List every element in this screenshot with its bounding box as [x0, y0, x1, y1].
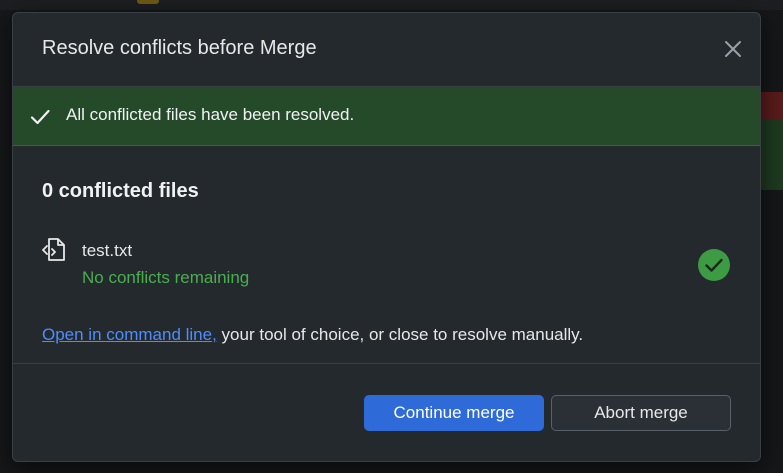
open-command-line-link[interactable]: Open in command line, [42, 325, 217, 344]
file-status: No conflicts remaining [82, 268, 250, 287]
conflicted-files-count: 0 conflicted files [42, 180, 199, 202]
success-banner: All conflicted files have been resolved. [13, 87, 760, 146]
background-toolbar [0, 0, 783, 10]
close-icon [725, 41, 741, 57]
code-file-icon [42, 238, 65, 261]
resolved-check-icon [698, 249, 730, 281]
background-diff-added [760, 120, 783, 190]
banner-message: All conflicted files have been resolved. [66, 105, 355, 124]
checkmark-icon [30, 109, 50, 125]
continue-merge-button[interactable]: Continue merge [364, 395, 544, 431]
abort-merge-button[interactable]: Abort merge [551, 395, 731, 431]
close-button[interactable] [721, 37, 745, 61]
resolve-conflicts-dialog: Resolve conflicts before Merge All confl… [12, 12, 761, 462]
dialog-header: Resolve conflicts before Merge [13, 13, 760, 87]
resolve-hint: Open in command line, your tool of choic… [42, 325, 583, 345]
background-badge [137, 0, 159, 4]
background-diff-removed [760, 92, 783, 120]
dialog-title: Resolve conflicts before Merge [42, 37, 317, 59]
footer-divider [13, 363, 760, 364]
file-name: test.txt [82, 241, 133, 260]
hint-text: your tool of choice, or close to resolve… [216, 325, 584, 344]
